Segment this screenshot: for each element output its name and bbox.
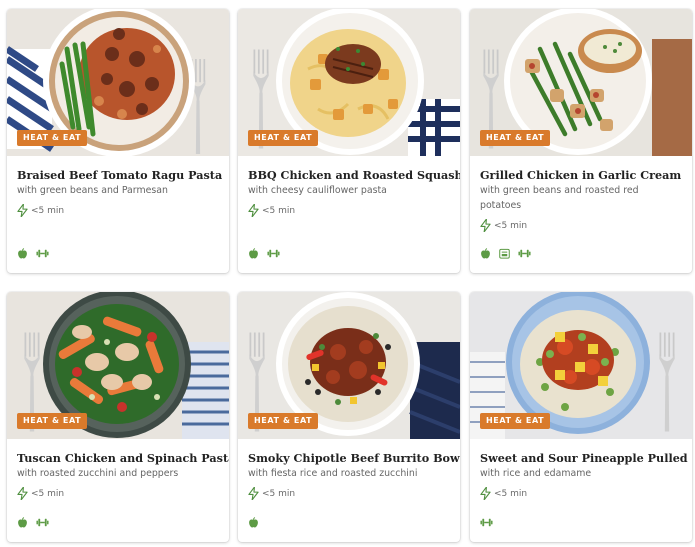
meal-card-braised-beef[interactable]: HEAT & EAT Braised Beef Tomato Ragu Past… — [7, 9, 229, 273]
prep-time-text: <5 min — [494, 488, 528, 499]
meal-title[interactable]: Braised Beef Tomato Ragu Pasta — [17, 168, 222, 183]
meal-card-tuscan-chicken[interactable]: HEAT & EAT Tuscan Chicken and Spinach Pa… — [7, 292, 229, 542]
heat-and-eat-badge: HEAT & EAT — [480, 130, 551, 146]
meal-subtitle: with cheesy cauliflower pasta — [248, 185, 387, 196]
prep-time-text: <5 min — [494, 220, 528, 231]
meal-card-pineapple-pork[interactable]: HEAT & EAT Sweet and Sour Pineapple Pull… — [470, 292, 692, 542]
meal-subtitle: with fiesta rice and roasted zucchini — [248, 468, 418, 479]
meal-title[interactable]: Smoky Chipotle Beef Burrito Bowl — [248, 451, 460, 466]
diet-tags — [248, 248, 280, 259]
lightning-icon — [248, 487, 259, 500]
prep-time: <5 min — [480, 487, 682, 500]
heat-and-eat-badge: HEAT & EAT — [248, 130, 319, 146]
meal-title[interactable]: Sweet and Sour Pineapple Pulled Pork — [480, 451, 692, 466]
prep-time-text: <5 min — [31, 205, 65, 216]
heat-and-eat-badge: HEAT & EAT — [480, 413, 551, 429]
dumbbell-icon — [518, 248, 531, 259]
apple-icon — [480, 248, 491, 259]
meal-photo: HEAT & EAT — [470, 9, 692, 156]
meal-subtitle: with rice and edamame — [480, 468, 592, 479]
prep-time: <5 min — [17, 204, 219, 217]
meal-photo: HEAT & EAT — [7, 9, 229, 156]
meal-card-bbq-chicken[interactable]: HEAT & EAT BBQ Chicken and Roasted Squas… — [238, 9, 460, 273]
scale-icon — [499, 248, 510, 259]
lightning-icon — [17, 204, 28, 217]
heat-and-eat-badge: HEAT & EAT — [17, 413, 88, 429]
apple-icon — [17, 517, 28, 528]
lightning-icon — [17, 487, 28, 500]
apple-icon — [17, 248, 28, 259]
heat-and-eat-badge: HEAT & EAT — [17, 130, 88, 146]
prep-time: <5 min — [248, 204, 450, 217]
meal-title[interactable]: BBQ Chicken and Roasted Squash — [248, 168, 460, 183]
lightning-icon — [248, 204, 259, 217]
lightning-icon — [480, 219, 491, 232]
diet-tags — [17, 517, 49, 528]
meal-photo: HEAT & EAT — [470, 292, 692, 439]
dumbbell-icon — [36, 517, 49, 528]
meal-subtitle: with green beans and Parmesan — [17, 185, 168, 196]
prep-time: <5 min — [248, 487, 450, 500]
meal-subtitle: with roasted zucchini and peppers — [17, 468, 179, 479]
prep-time-text: <5 min — [31, 488, 65, 499]
apple-icon — [248, 248, 259, 259]
meal-subtitle: with green beans and roasted red potatoe… — [480, 185, 639, 211]
dumbbell-icon — [36, 248, 49, 259]
dumbbell-icon — [480, 517, 493, 528]
meal-photo: HEAT & EAT — [238, 9, 460, 156]
meal-photo: HEAT & EAT — [7, 292, 229, 439]
dumbbell-icon — [267, 248, 280, 259]
meal-card-burrito-bowl[interactable]: HEAT & EAT Smoky Chipotle Beef Burrito B… — [238, 292, 460, 542]
meal-photo: HEAT & EAT — [238, 292, 460, 439]
apple-icon — [248, 517, 259, 528]
diet-tags — [480, 517, 493, 528]
prep-time-text: <5 min — [262, 205, 296, 216]
meal-title[interactable]: Grilled Chicken in Garlic Cream — [480, 168, 682, 183]
lightning-icon — [480, 487, 491, 500]
diet-tags — [480, 248, 531, 259]
prep-time: <5 min — [480, 219, 682, 232]
prep-time-text: <5 min — [262, 488, 296, 499]
prep-time: <5 min — [17, 487, 219, 500]
diet-tags — [17, 248, 49, 259]
heat-and-eat-badge: HEAT & EAT — [248, 413, 319, 429]
diet-tags — [248, 517, 259, 528]
meal-card-grilled-chicken[interactable]: HEAT & EAT Grilled Chicken in Garlic Cre… — [470, 9, 692, 273]
meal-title[interactable]: Tuscan Chicken and Spinach Pasta — [17, 451, 229, 466]
